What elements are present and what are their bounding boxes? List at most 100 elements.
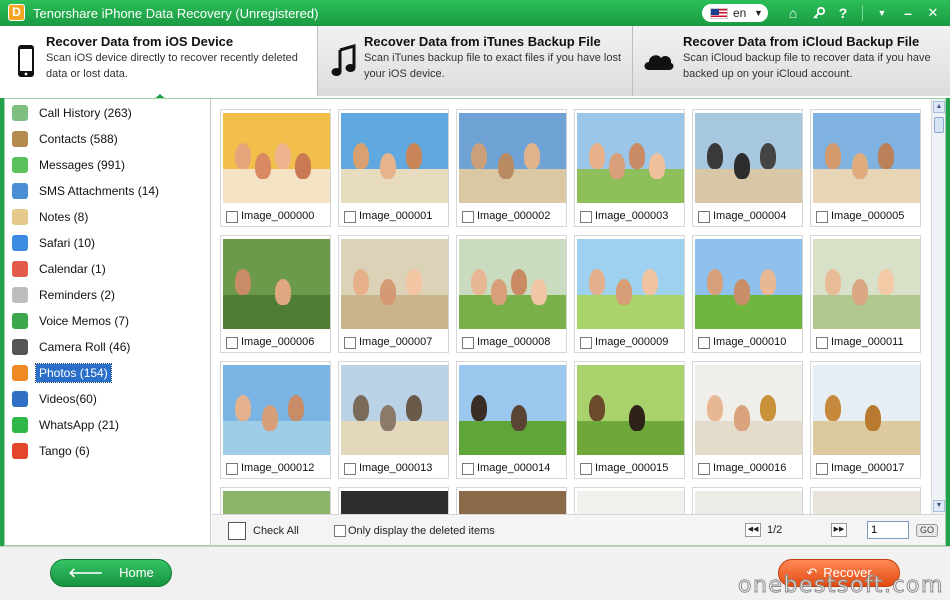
image-thumbnail[interactable] — [695, 239, 802, 329]
image-thumbnail[interactable] — [223, 491, 330, 514]
image-thumbnail[interactable] — [813, 239, 920, 329]
image-checkbox[interactable] — [816, 211, 828, 223]
image-tile[interactable]: Image_000009 — [574, 235, 685, 353]
minimize-icon[interactable]: – — [899, 4, 917, 22]
image-tile[interactable]: Image_000003 — [574, 109, 685, 227]
image-checkbox[interactable] — [344, 337, 356, 349]
image-tile[interactable]: Image_000001 — [338, 109, 449, 227]
sidebar-item-whatsapp[interactable]: WhatsApp (21) — [10, 415, 200, 435]
image-checkbox[interactable] — [816, 463, 828, 475]
image-thumbnail[interactable] — [695, 113, 802, 203]
image-thumbnail[interactable] — [813, 491, 920, 514]
prev-page-icon[interactable]: ◀◀ — [745, 523, 761, 537]
menu-icon[interactable]: ▼ — [873, 4, 891, 22]
sidebar-item-reminders[interactable]: Reminders (2) — [10, 285, 200, 305]
mode-icloud-backup[interactable]: Recover Data from iCloud Backup File Sca… — [633, 26, 950, 96]
image-checkbox[interactable] — [698, 337, 710, 349]
image-thumbnail[interactable] — [459, 365, 566, 455]
image-checkbox[interactable] — [816, 337, 828, 349]
image-thumbnail[interactable] — [695, 491, 802, 514]
sidebar-item-call-history[interactable]: Call History (263) — [10, 103, 200, 123]
image-tile[interactable]: Image_000012 — [220, 361, 331, 479]
image-tile[interactable]: Image_000008 — [456, 235, 567, 353]
image-checkbox[interactable] — [226, 337, 238, 349]
image-tile[interactable]: Image_000018 — [220, 487, 331, 514]
sidebar-item-videos[interactable]: Videos(60) — [10, 389, 200, 409]
scroll-up-icon[interactable]: ▲ — [933, 101, 945, 113]
image-checkbox[interactable] — [344, 211, 356, 223]
home-icon[interactable]: ⌂ — [784, 4, 802, 22]
image-tile[interactable]: Image_000013 — [338, 361, 449, 479]
sidebar-item-photos[interactable]: Photos (154) — [10, 363, 200, 383]
close-icon[interactable]: ✕ — [924, 4, 942, 22]
image-tile[interactable]: Image_000023 — [810, 487, 921, 514]
key-icon[interactable] — [810, 4, 828, 22]
image-thumbnail[interactable] — [695, 365, 802, 455]
image-thumbnail[interactable] — [577, 491, 684, 514]
image-thumbnail[interactable] — [813, 365, 920, 455]
image-tile[interactable]: Image_000007 — [338, 235, 449, 353]
check-all-checkbox[interactable] — [228, 522, 246, 540]
image-thumbnail[interactable] — [223, 239, 330, 329]
image-checkbox[interactable] — [344, 463, 356, 475]
sidebar-item-voice-memo[interactable]: Voice Memos (7) — [10, 311, 200, 331]
sidebar-item-safari[interactable]: Safari (10) — [10, 233, 200, 253]
home-button[interactable]: 🡐 Home — [50, 559, 172, 587]
image-thumbnail[interactable] — [341, 239, 448, 329]
image-tile[interactable]: Image_000017 — [810, 361, 921, 479]
image-tile[interactable]: Image_000002 — [456, 109, 567, 227]
image-checkbox[interactable] — [462, 337, 474, 349]
image-checkbox[interactable] — [580, 337, 592, 349]
image-thumbnail[interactable] — [459, 113, 566, 203]
image-tile[interactable]: Image_000006 — [220, 235, 331, 353]
sidebar-item-calendar[interactable]: Calendar (1) — [10, 259, 200, 279]
image-tile[interactable]: Image_000019 — [338, 487, 449, 514]
help-icon[interactable]: ? — [834, 4, 852, 22]
image-thumbnail[interactable] — [577, 239, 684, 329]
image-thumbnail[interactable] — [223, 113, 330, 203]
image-thumbnail[interactable] — [223, 365, 330, 455]
scroll-down-icon[interactable]: ▼ — [933, 500, 945, 512]
next-page-icon[interactable]: ▶▶ — [831, 523, 847, 537]
image-tile[interactable]: Image_000021 — [574, 487, 685, 514]
sidebar-item-contacts[interactable]: Contacts (588) — [10, 129, 200, 149]
image-tile[interactable]: Image_000000 — [220, 109, 331, 227]
go-button[interactable]: GO — [916, 524, 938, 537]
sidebar-item-tango[interactable]: Tango (6) — [10, 441, 200, 461]
image-tile[interactable]: Image_000015 — [574, 361, 685, 479]
image-tile[interactable]: Image_000010 — [692, 235, 803, 353]
scrollbar-thumb[interactable] — [934, 117, 944, 133]
image-checkbox[interactable] — [698, 463, 710, 475]
image-checkbox[interactable] — [226, 211, 238, 223]
image-thumbnail[interactable] — [459, 491, 566, 514]
only-deleted-checkbox[interactable] — [334, 525, 346, 537]
image-checkbox[interactable] — [580, 211, 592, 223]
image-checkbox[interactable] — [698, 211, 710, 223]
sidebar-item-notes[interactable]: Notes (8) — [10, 207, 200, 227]
mode-ios-device[interactable]: Recover Data from iOS Device Scan iOS de… — [0, 26, 318, 96]
image-tile[interactable]: Image_000016 — [692, 361, 803, 479]
image-tile[interactable]: Image_000011 — [810, 235, 921, 353]
image-tile[interactable]: Image_000020 — [456, 487, 567, 514]
mode-itunes-backup[interactable]: Recover Data from iTunes Backup File Sca… — [318, 26, 633, 96]
image-checkbox[interactable] — [580, 463, 592, 475]
image-thumbnail[interactable] — [813, 113, 920, 203]
image-thumbnail[interactable] — [459, 239, 566, 329]
image-checkbox[interactable] — [226, 463, 238, 475]
image-tile[interactable]: Image_000014 — [456, 361, 567, 479]
image-thumbnail[interactable] — [341, 491, 448, 514]
sidebar-item-attachment[interactable]: SMS Attachments (14) — [10, 181, 200, 201]
image-thumbnail[interactable] — [341, 365, 448, 455]
image-tile[interactable]: Image_000022 — [692, 487, 803, 514]
image-checkbox[interactable] — [462, 211, 474, 223]
sidebar-item-camera[interactable]: Camera Roll (46) — [10, 337, 200, 357]
image-tile[interactable]: Image_000004 — [692, 109, 803, 227]
image-thumbnail[interactable] — [577, 113, 684, 203]
sidebar-item-messages[interactable]: Messages (991) — [10, 155, 200, 175]
gallery-scrollbar[interactable]: ▲ ▼ — [931, 99, 945, 514]
image-tile[interactable]: Image_000005 — [810, 109, 921, 227]
image-checkbox[interactable] — [462, 463, 474, 475]
language-selector[interactable]: en ▼ — [702, 4, 768, 22]
image-thumbnail[interactable] — [577, 365, 684, 455]
image-thumbnail[interactable] — [341, 113, 448, 203]
